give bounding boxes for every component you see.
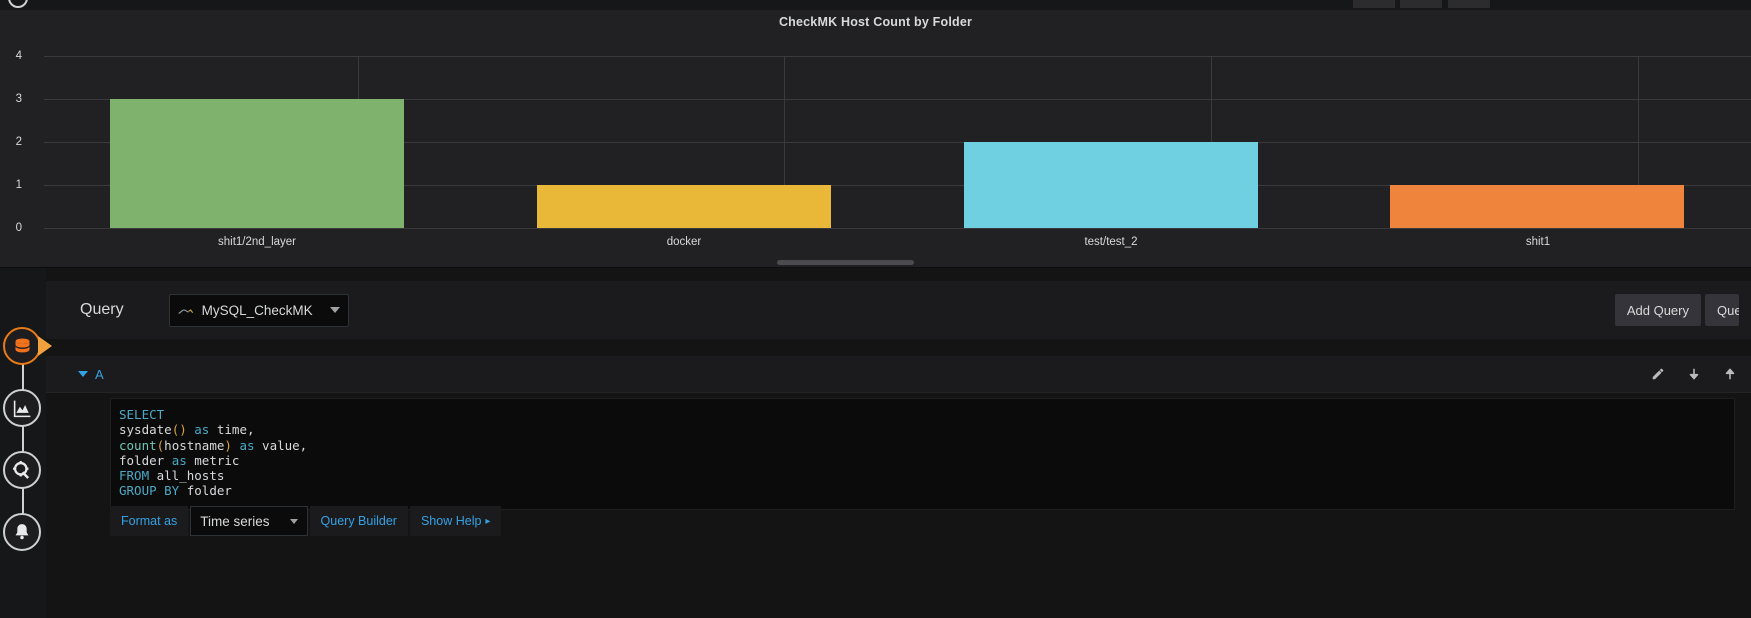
bar[interactable] [110,99,404,228]
sql-line: folder as metric [119,452,240,468]
mysql-icon [178,304,194,316]
gear-wrench-icon [12,460,33,481]
sidebar-item-general[interactable] [3,451,41,489]
sidebar-rail [22,346,24,536]
x-axis-tick-label: test/test_2 [1084,236,1138,248]
sql-line: GROUP BY folder [119,483,232,499]
top-strip [0,0,1751,10]
pencil-icon[interactable] [1651,367,1665,381]
query-builder-button[interactable]: Query Builder [309,506,408,536]
x-axis-tick-label: docker [666,236,702,248]
bar[interactable] [964,142,1258,228]
chevron-right-icon: ▸ [485,515,491,527]
sql-line: SELECT [119,407,165,422]
show-help-button[interactable]: Show Help ▸ [409,506,502,536]
bell-icon [12,522,32,542]
editor-sidebar [0,268,52,618]
graph-icon [12,398,33,419]
loading-spinner-icon [8,0,28,8]
arrow-down-icon[interactable] [1687,366,1701,382]
show-help-label: Show Help [420,514,482,528]
datasource-name: MySQL_CheckMK [201,302,313,318]
datasource-picker[interactable]: MySQL_CheckMK [168,293,349,327]
format-as-value: Time series [200,513,270,529]
x-axis: shit1/2nd_layer docker test/test_2 shit1 [44,230,1751,254]
sql-line: sysdate() as time, [119,422,255,438]
query-section-label: Query [80,301,124,318]
database-icon [12,336,33,357]
page-title: CheckMK Host Count by Folder [778,15,973,29]
chevron-down-icon [289,518,298,524]
toolbar-box-3[interactable] [1448,0,1490,8]
sidebar-item-alert[interactable] [3,513,41,551]
query-ref-id[interactable]: A [95,367,104,382]
query-row-a: A [46,356,1751,393]
chevron-down-icon [329,307,340,313]
query-inspector-button[interactable]: Query Inspector [1705,294,1739,326]
sql-editor[interactable]: SELECT sysdate() as time, count(hostname) … [110,398,1735,510]
arrow-up-icon[interactable] [1723,366,1737,382]
bar-chart: 01234 shit1/2nd_layer docker test/test_2 sh… [0,38,1751,260]
toolbar-box-1[interactable] [1353,0,1395,8]
gridline [44,228,1751,229]
sql-line: count(hostname) as value, [119,437,308,453]
chart-bars [0,38,1751,228]
query-options-toolbar: Format as Time series Query Builder Show… [110,506,502,536]
query-row-actions [1651,366,1741,382]
bar[interactable] [537,185,831,228]
bar[interactable] [1390,185,1684,228]
query-editor: Query MySQL_CheckMK Add Query Query Insp… [46,268,1751,618]
add-query-button[interactable]: Add Query [1614,294,1701,326]
graph-panel: CheckMK Host Count by Folder 01234 shit1… [0,0,1751,268]
query-bar: Query MySQL_CheckMK Add Query Query Insp… [46,281,1751,339]
sql-line: FROM all_hosts [119,468,225,484]
x-axis-tick-label: shit1 [1525,236,1551,248]
chevron-down-icon[interactable] [78,371,88,377]
x-axis-tick-label: shit1/2nd_layer [218,236,296,248]
toolbar-box-2[interactable] [1400,0,1442,8]
format-as-label[interactable]: Format as [110,506,189,536]
query-actions: Add Query Query Inspector [1614,294,1739,326]
sidebar-item-visualization[interactable] [3,389,41,427]
horizontal-scrollbar[interactable] [777,260,914,265]
sidebar-item-datasource[interactable] [3,327,52,365]
format-as-select[interactable]: Time series [190,506,308,536]
sql-code: SELECT sysdate() as time, count(hostname) … [119,407,1734,499]
